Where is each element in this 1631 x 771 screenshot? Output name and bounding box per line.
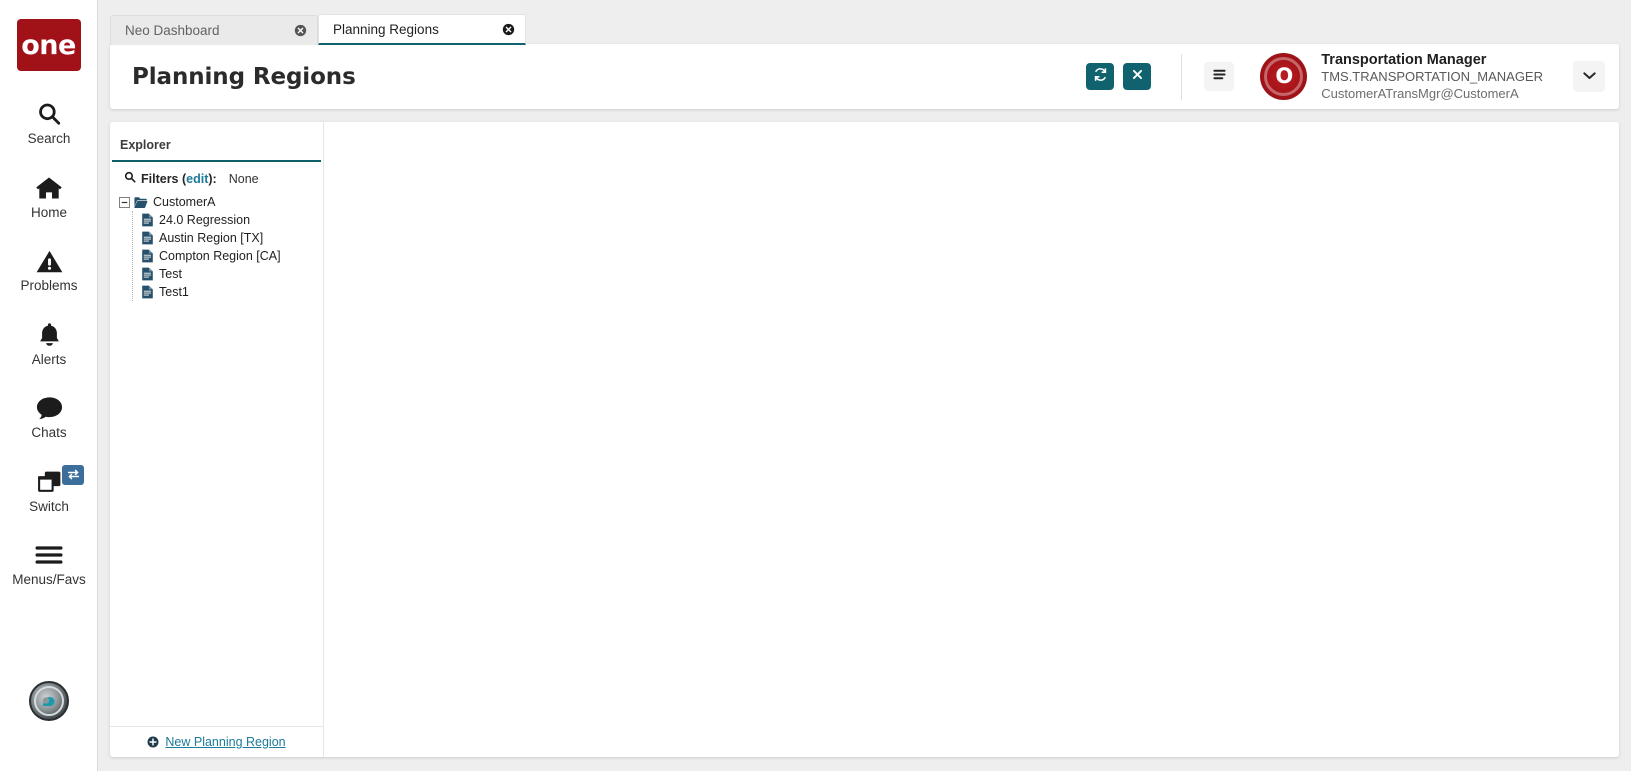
avatar-initial: O (1275, 64, 1293, 89)
refresh-icon (1093, 67, 1108, 87)
tree-item-test1[interactable]: Test1 (140, 283, 323, 301)
document-icon (140, 231, 154, 245)
tree-item-24-0-regression[interactable]: 24.0 Regression (140, 211, 323, 229)
sidebar-item-label: Search (27, 131, 71, 146)
rail-item-list: Search Home Problems Alerts Chats Switch… (0, 91, 97, 594)
document-icon (140, 267, 154, 281)
tree-item-label: Test (159, 267, 182, 281)
tree-item-label: 24.0 Regression (159, 213, 251, 227)
tree-item-compton-region-ca[interactable]: Compton Region [CA] (140, 247, 323, 265)
page-title: Planning Regions (132, 63, 356, 90)
sidebar-item-label: Problems (20, 278, 78, 293)
document-icon (140, 213, 154, 227)
swap-arrows-icon[interactable] (62, 464, 84, 485)
windows-stack-icon (36, 467, 63, 497)
tree-item-label: Test1 (159, 285, 189, 299)
chat-bubble-icon (36, 393, 63, 423)
filters-row[interactable]: Filters (edit): None (110, 162, 323, 192)
sidebar-item-label: Switch (29, 498, 69, 514)
one-logo-text: one (21, 29, 76, 61)
filters-label-start: Filters ( (141, 171, 187, 186)
close-page-button[interactable] (1123, 63, 1152, 90)
collapse-box-icon[interactable] (118, 196, 131, 209)
tab-explorer[interactable]: Explorer (120, 138, 171, 160)
warning-triangle-icon (36, 246, 63, 276)
sidebar-item-label: Home (30, 204, 67, 220)
sidebar-item-alerts[interactable]: Alerts (0, 312, 98, 374)
close-circle-icon[interactable] (501, 22, 516, 37)
filters-value: None (228, 171, 259, 186)
user-name: Transportation Manager (1321, 51, 1487, 68)
left-nav-rail: one Search Home Problems Alerts Chats Sw… (0, 0, 98, 771)
app-root: one Search Home Problems Alerts Chats Sw… (0, 0, 1631, 771)
search-icon (36, 99, 62, 129)
tree-item-label: Compton Region [CA] (159, 249, 281, 263)
open-folder-icon (134, 195, 148, 209)
tree-node-root[interactable]: CustomerA (118, 193, 323, 211)
tree-item-label: Austin Region [TX] (159, 231, 264, 245)
tree-children: 24.0 Regression Austin Region [TX] Compt… (118, 211, 323, 301)
tab-neo-dashboard[interactable]: Neo Dashboard (110, 15, 318, 45)
close-circle-icon[interactable] (293, 23, 308, 38)
explorer-footer: New Planning Region (110, 726, 323, 757)
header-divider (1181, 53, 1183, 100)
sidebar-item-label: Chats (31, 425, 67, 440)
avatar: O (1260, 52, 1308, 100)
search-icon (124, 171, 136, 186)
user-details: Transportation Manager TMS.TRANSPORTATIO… (1321, 51, 1543, 103)
filters-label-end: ): (208, 171, 217, 186)
plus-circle-icon[interactable] (147, 736, 159, 748)
sidebar-item-switch[interactable]: Switch (0, 459, 98, 521)
one-logo[interactable]: one (16, 19, 81, 71)
tab-strip: Neo Dashboard Planning Regions (110, 14, 526, 45)
stage: Neo Dashboard Planning Regions Planning … (98, 0, 1631, 771)
close-x-icon (1131, 68, 1144, 86)
sidebar-item-chats[interactable]: Chats (0, 385, 98, 447)
sidebar-item-menus-favs[interactable]: Menus/Favs (0, 532, 98, 594)
main-content-pane (324, 122, 1619, 757)
explorer-tab-row: Explorer (110, 122, 323, 160)
refresh-button[interactable] (1086, 63, 1115, 90)
hamburger-icon (35, 540, 63, 570)
chevron-down-icon (1582, 68, 1597, 86)
tab-planning-regions[interactable]: Planning Regions (318, 14, 526, 45)
user-profile[interactable]: O Transportation Manager TMS.TRANSPORTAT… (1260, 51, 1543, 103)
document-icon (140, 249, 154, 263)
sidebar-item-home[interactable]: Home (0, 165, 98, 227)
tree-node-label: CustomerA (153, 195, 216, 209)
user-menu-button[interactable] (1573, 61, 1605, 92)
filters-label: Filters (edit): (141, 172, 217, 186)
document-icon (140, 285, 154, 299)
bell-icon (37, 320, 62, 350)
user-role: TMS.TRANSPORTATION_MANAGER (1321, 69, 1543, 85)
sidebar-item-problems[interactable]: Problems (0, 238, 98, 300)
explorer-panel: Explorer Filters (edit): None CustomerA … (110, 122, 324, 757)
tree-item-austin-region-tx[interactable]: Austin Region [TX] (140, 229, 323, 247)
sidebar-item-search[interactable]: Search (0, 91, 98, 153)
page-menu-button[interactable] (1204, 62, 1235, 91)
content-card: Explorer Filters (edit): None CustomerA … (110, 122, 1619, 757)
sidebar-item-label: Alerts (31, 351, 67, 367)
hamburger-menu-icon (1212, 68, 1227, 86)
tab-label: Planning Regions (333, 21, 439, 37)
new-planning-region-link[interactable]: New Planning Region (165, 735, 285, 749)
assistant-avatar-icon[interactable] (29, 681, 69, 721)
page-header: Planning Regions O Transportation Manage… (110, 44, 1619, 109)
tree-item-test[interactable]: Test (140, 265, 323, 283)
sidebar-item-label: Menus/Favs (12, 572, 86, 587)
home-icon (35, 173, 63, 203)
explorer-tree: CustomerA 24.0 Regression Austin Region … (110, 192, 323, 726)
filters-edit-link[interactable]: edit (186, 172, 208, 186)
tab-label: Neo Dashboard (125, 23, 220, 38)
tree-connector-line (132, 211, 133, 301)
user-email: CustomerATransMgr@CustomerA (1321, 85, 1519, 101)
